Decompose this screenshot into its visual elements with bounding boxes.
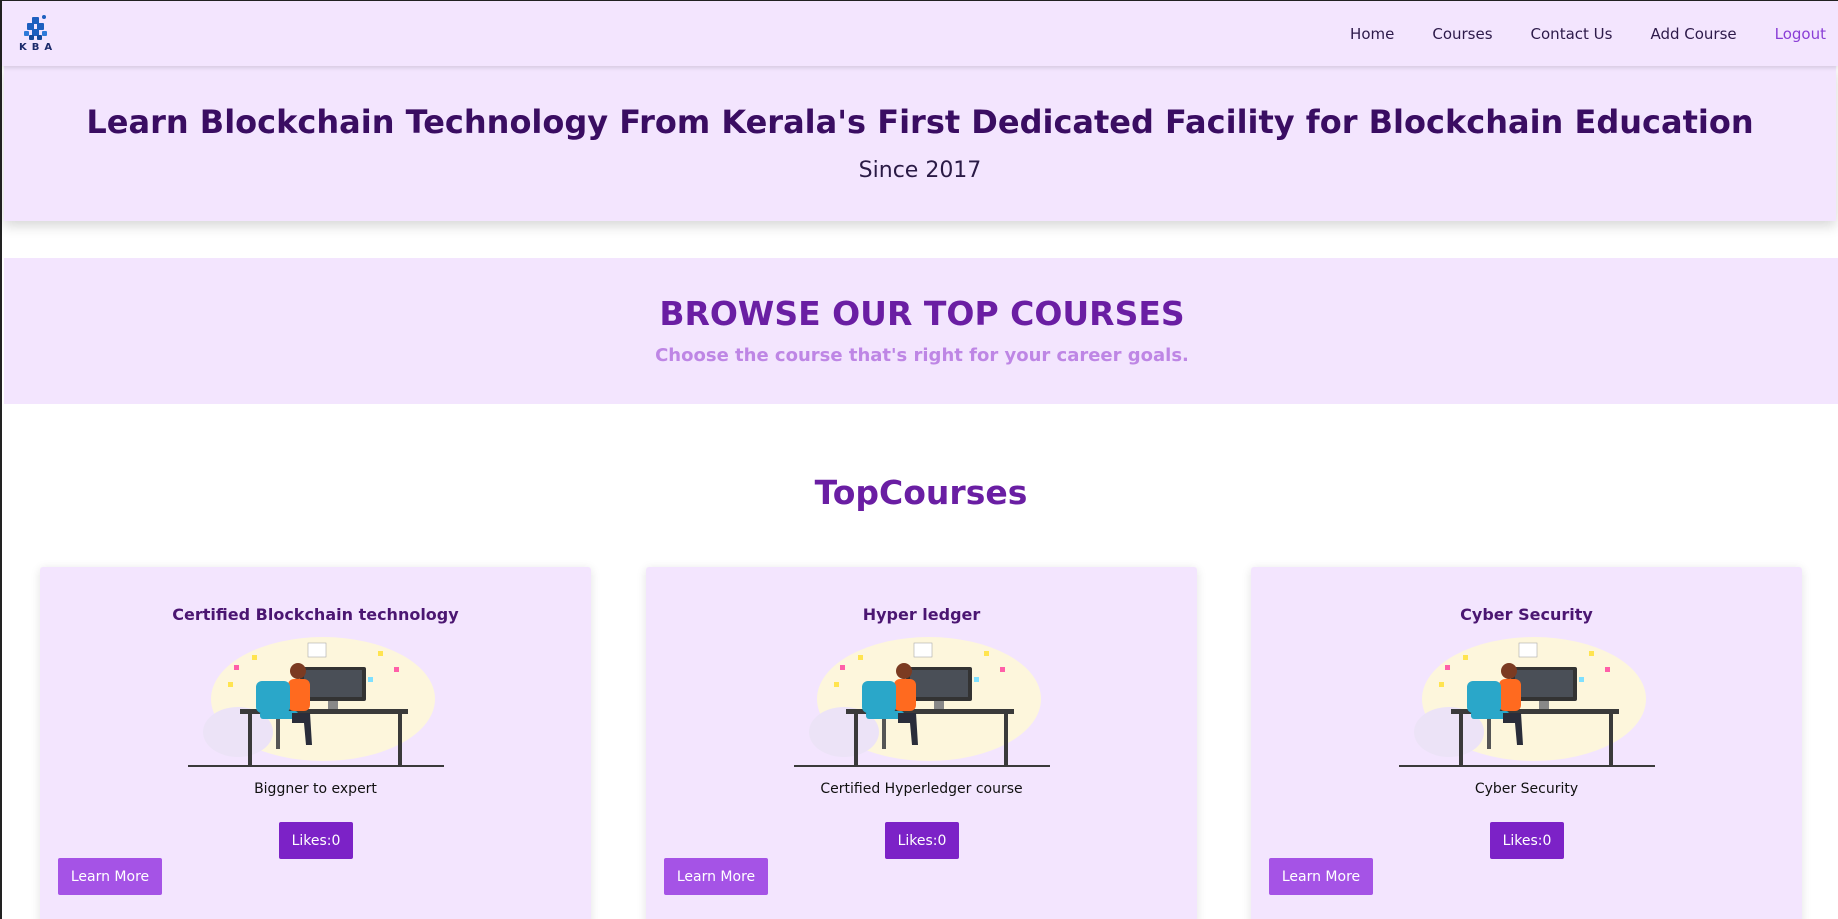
course-card-title: Cyber Security bbox=[1460, 605, 1593, 624]
hero-title: Learn Blockchain Technology From Kerala'… bbox=[86, 103, 1754, 141]
likes-button[interactable]: Likes:0 bbox=[1490, 822, 1564, 859]
learn-more-button[interactable]: Learn More bbox=[1269, 858, 1373, 895]
browse-title: BROWSE OUR TOP COURSES bbox=[659, 294, 1185, 333]
nav-link-home[interactable]: Home bbox=[1325, 25, 1407, 43]
nav-link-courses[interactable]: Courses bbox=[1407, 25, 1505, 43]
course-cards: Certified Blockchain technology Biggner … bbox=[2, 567, 1838, 919]
course-card: Cyber Security Cyber Security Likes:0 Le… bbox=[1251, 567, 1802, 919]
course-card-description: Cyber Security bbox=[1474, 781, 1579, 797]
course-card-title: Hyper ledger bbox=[862, 605, 981, 624]
developer-at-desk-illustration bbox=[794, 637, 1050, 767]
browse-section: BROWSE OUR TOP COURSES Choose the course… bbox=[4, 258, 1838, 404]
likes-button[interactable]: Likes:0 bbox=[885, 822, 959, 859]
course-card-description: Biggner to expert bbox=[254, 781, 377, 797]
learn-more-button[interactable]: Learn More bbox=[664, 858, 768, 895]
nav-link-logout[interactable]: Logout bbox=[1750, 25, 1838, 43]
logo-text: KBA bbox=[19, 42, 58, 53]
developer-at-desk-illustration bbox=[1399, 637, 1655, 767]
top-courses-title: TopCourses bbox=[814, 473, 1028, 512]
learn-more-button[interactable]: Learn More bbox=[58, 858, 162, 895]
nav-link-contact-us[interactable]: Contact Us bbox=[1506, 25, 1626, 43]
hero-section: Learn Blockchain Technology From Kerala'… bbox=[4, 66, 1836, 221]
developer-at-desk-illustration bbox=[188, 637, 444, 767]
likes-button[interactable]: Likes:0 bbox=[279, 822, 353, 859]
navbar: KBA Home Courses Contact Us Add Course L… bbox=[2, 1, 1838, 66]
browse-subtitle: Choose the course that's right for your … bbox=[655, 345, 1189, 366]
hero-subtitle: Since 2017 bbox=[858, 158, 982, 183]
course-card: Hyper ledger Certified Hyperledger cours… bbox=[646, 567, 1197, 919]
course-card-title: Certified Blockchain technology bbox=[172, 605, 459, 624]
course-card-description: Certified Hyperledger course bbox=[820, 781, 1023, 797]
course-card: Certified Blockchain technology Biggner … bbox=[40, 567, 591, 919]
nav-link-add-course[interactable]: Add Course bbox=[1625, 25, 1749, 43]
nav-links: Home Courses Contact Us Add Course Logou… bbox=[1325, 1, 1838, 66]
